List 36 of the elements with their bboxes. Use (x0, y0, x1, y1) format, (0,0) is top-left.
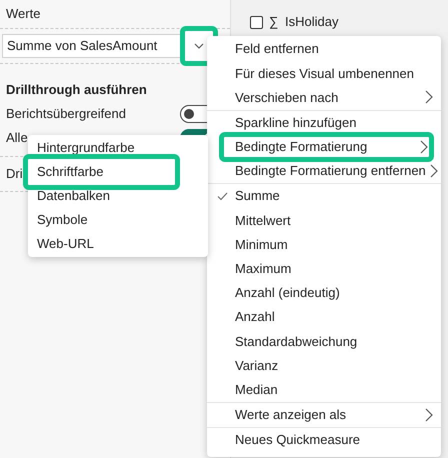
menu-item[interactable]: Neues Quickmeasure (215, 432, 433, 448)
chevron-right-icon (425, 408, 433, 422)
toggle-label: Alle (6, 129, 29, 148)
drillthrough-button[interactable]: Dri (0, 164, 23, 184)
menu-item[interactable]: Feld entfernen (215, 42, 433, 57)
toggle-label: Berichtsübergreifend (6, 105, 127, 124)
menu-item[interactable]: Varianz (215, 358, 433, 374)
menu-item[interactable]: Werte anzeigen als (215, 407, 433, 422)
menu-item[interactable]: Minimum (215, 237, 433, 252)
menu-item[interactable]: Summe (215, 188, 433, 204)
menu-item[interactable]: Anzahl (eindeutig) (215, 285, 433, 300)
menu-item[interactable]: Hintergrundfarbe (37, 139, 135, 157)
field-name: IsHoliday (285, 13, 338, 32)
menu-item[interactable]: Bedingte Formatierung (219, 132, 434, 162)
menu-item[interactable]: Maximum (215, 261, 433, 276)
section-title: Werte (5, 5, 42, 23)
menu-item[interactable]: Web-URL (37, 235, 94, 253)
menu-item[interactable]: Median (215, 382, 433, 398)
menu-item[interactable]: Symbole (37, 211, 88, 229)
menu-item[interactable]: Schriftfarbe (23, 154, 180, 190)
chevron-right-icon (420, 140, 428, 154)
value-field[interactable]: Summe von SalesAmount (2, 34, 180, 58)
checkbox[interactable] (250, 16, 263, 28)
menu-item[interactable]: Verschieben nach (215, 90, 433, 105)
menu-item[interactable]: Für dieses Visual umbenennen (215, 66, 433, 81)
menu-item[interactable]: Datenbalken (37, 187, 110, 205)
chevron-right-icon (425, 90, 433, 104)
chevron-right-icon (430, 164, 438, 178)
menu-item[interactable]: Mittelwert (215, 212, 433, 228)
menu-item[interactable]: Sparkline hinzufügen (215, 115, 433, 130)
menu-item[interactable]: Anzahl (215, 310, 433, 325)
field-symbol: ∑ (269, 13, 279, 32)
menu-item[interactable]: Standardabweichung (215, 334, 433, 349)
section-title: Drillthrough ausführen (5, 81, 148, 99)
chevron-down-icon (194, 43, 204, 49)
menu-item[interactable]: Bedingte Formatierung entfernen (215, 164, 438, 179)
